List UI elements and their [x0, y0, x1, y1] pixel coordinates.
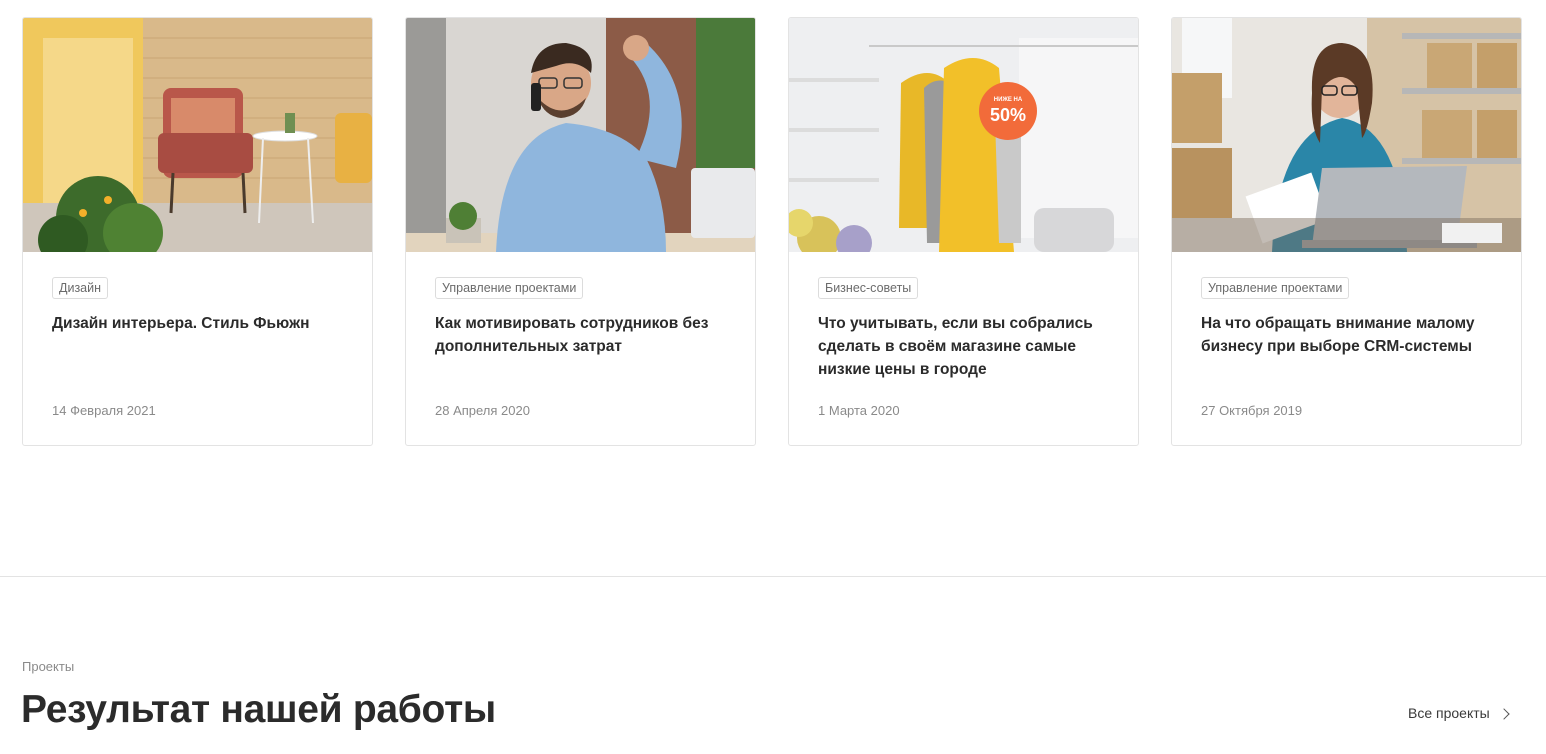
blog-card[interactable]: Управление проектами Как мотивировать со… [405, 17, 756, 446]
card-title[interactable]: Как мотивировать сотрудников без дополни… [435, 312, 731, 358]
card-tag[interactable]: Управление проектами [435, 277, 584, 299]
badge-value-text: 50% [990, 105, 1026, 125]
section-divider [0, 576, 1546, 577]
card-date: 1 Марта 2020 [818, 403, 900, 418]
card-image-interior[interactable] [23, 18, 372, 252]
section-label: Проекты [22, 659, 75, 674]
chevron-right-icon [1498, 707, 1510, 720]
card-tag[interactable]: Управление проектами [1201, 277, 1350, 299]
blog-card[interactable]: Управление проектами На что обращать вни… [1171, 17, 1522, 446]
all-projects-label: Все проекты [1408, 705, 1490, 721]
interior-photo [23, 18, 372, 252]
card-date: 14 Февраля 2021 [52, 403, 156, 418]
section-title: Результат нашей работы [21, 688, 496, 731]
woman-with-laptop-photo [1172, 18, 1521, 252]
card-image-crm[interactable] [1172, 18, 1521, 252]
card-title[interactable]: Что учитывать, если вы собрались сделать… [818, 312, 1114, 381]
card-date: 27 Октября 2019 [1201, 403, 1303, 418]
blog-card[interactable]: НИЖЕ НА 50% Бизнес-советы Что учитывать,… [788, 17, 1139, 446]
blog-cards: Дизайн Дизайн интерьера. Стиль Фьюжн 14 … [22, 17, 1522, 446]
card-tag[interactable]: Дизайн [52, 277, 109, 299]
all-projects-link[interactable]: Все проекты [1408, 705, 1510, 721]
card-image-sale[interactable]: НИЖЕ НА 50% [789, 18, 1138, 252]
clothing-rack-photo: НИЖЕ НА 50% [789, 18, 1138, 252]
card-title[interactable]: Дизайн интерьера. Стиль Фьюжн [52, 312, 348, 335]
blog-card[interactable]: Дизайн Дизайн интерьера. Стиль Фьюжн 14 … [22, 17, 373, 446]
card-tag[interactable]: Бизнес-советы [818, 277, 919, 299]
happy-employee-photo [406, 18, 755, 252]
card-image-motivation[interactable] [406, 18, 755, 252]
badge-top-text: НИЖЕ НА [994, 97, 1023, 103]
card-title[interactable]: На что обращать внимание малому бизнесу … [1201, 312, 1497, 358]
card-date: 28 Апреля 2020 [435, 403, 530, 418]
